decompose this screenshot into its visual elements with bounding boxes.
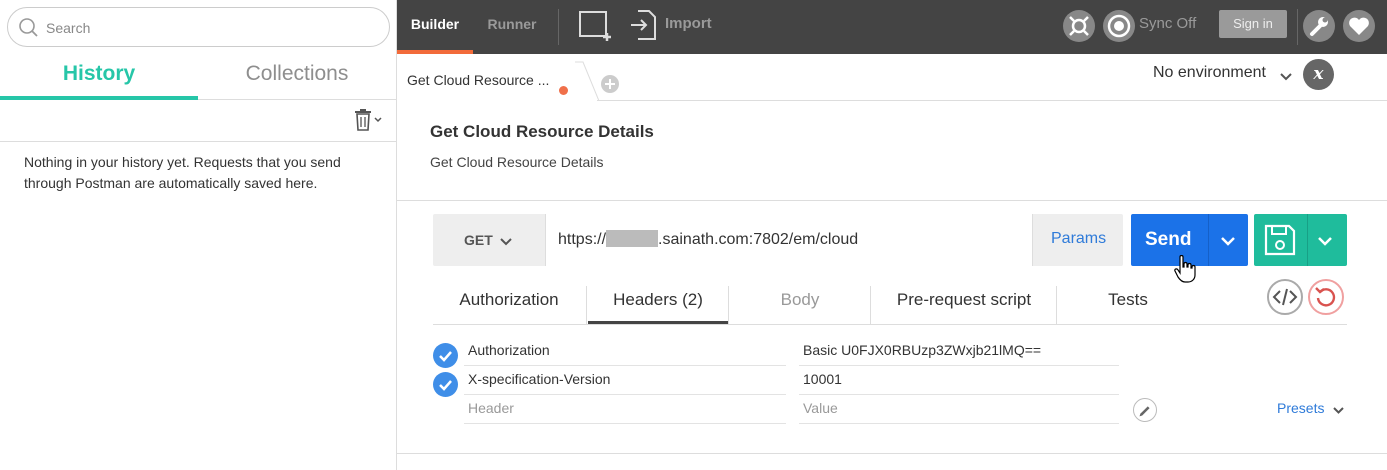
chevron-down-icon[interactable]: [1279, 72, 1293, 82]
settings-wrench-icon[interactable]: [1303, 10, 1335, 42]
checkbox-checked-icon[interactable]: [433, 343, 458, 368]
header-divider: [558, 9, 559, 45]
tab-authorization[interactable]: Authorization: [433, 280, 585, 324]
import-icon[interactable]: [629, 9, 657, 41]
sync-icon[interactable]: [1103, 10, 1135, 42]
checkbox-checked-icon[interactable]: [433, 372, 458, 397]
environment-select[interactable]: No environment: [1153, 64, 1266, 82]
chevron-down-icon[interactable]: [1332, 406, 1345, 415]
search-icon: [19, 18, 38, 37]
tab-history[interactable]: History: [0, 54, 198, 100]
search-input[interactable]: [46, 16, 376, 40]
sidebar: History Collections Nothing in your hist…: [0, 0, 397, 470]
hand-cursor-icon: [1174, 255, 1196, 283]
request-tab-label: Get Cloud Resource ...: [407, 72, 550, 88]
url-suffix: .sainath.com:7802/em/cloud: [658, 231, 859, 248]
header-key-input[interactable]: Authorization: [464, 337, 786, 366]
trash-icon[interactable]: [352, 109, 384, 131]
chevron-down-icon[interactable]: [1317, 236, 1333, 246]
url-bar: GET https:// .sainath.com:7802/em/cloud P…: [433, 214, 1123, 266]
add-tab-icon[interactable]: [600, 74, 620, 94]
url-input[interactable]: https:// .sainath.com:7802/em/cloud: [545, 214, 1033, 266]
tab-runner[interactable]: Runner: [479, 0, 545, 54]
new-header-key-input[interactable]: Header: [464, 395, 786, 424]
header-key-input[interactable]: X-specification-Version: [464, 366, 786, 395]
chevron-down-icon[interactable]: [1220, 236, 1236, 246]
unsaved-indicator: [559, 86, 568, 95]
bottom-divider: [397, 453, 1387, 454]
tab-pre-request-script[interactable]: Pre-request script: [871, 280, 1057, 324]
request-tab[interactable]: Get Cloud Resource ...: [397, 62, 597, 101]
method-select[interactable]: GET: [433, 214, 545, 266]
request-tabs: Authorization Headers (2) Body Pre-reque…: [433, 280, 1347, 325]
send-divider: [1208, 214, 1209, 266]
history-empty-message: Nothing in your history yet. Requests th…: [24, 154, 341, 191]
header-row-new: Header Value: [433, 395, 1153, 424]
url-redaction: [606, 230, 659, 247]
header-divider-2: [1297, 9, 1298, 45]
heart-icon[interactable]: [1343, 10, 1375, 42]
sidebar-tabs: History Collections: [0, 54, 397, 100]
tab-collections[interactable]: Collections: [198, 54, 396, 100]
reset-icon[interactable]: [1308, 279, 1344, 315]
send-label: Send: [1145, 229, 1192, 250]
floppy-disk-icon: [1264, 224, 1296, 256]
request-title: Get Cloud Resource Details: [430, 122, 654, 141]
search-box[interactable]: [7, 7, 390, 47]
header-row: Authorization Basic U0FJX0RBUzp3ZWxjb21l…: [433, 337, 1153, 368]
request-tabstrip: Get Cloud Resource ... No environment x: [397, 54, 1387, 101]
save-button[interactable]: [1254, 214, 1347, 266]
header-row: X-specification-Version 10001: [433, 366, 1153, 397]
header-value-input[interactable]: 10001: [799, 366, 1119, 395]
header-value-input[interactable]: Basic U0FJX0RBUzp3ZWxjb21lMQ==: [799, 337, 1119, 366]
tab-builder[interactable]: Builder: [397, 0, 473, 54]
request-description: Get Cloud Resource Details: [430, 154, 604, 170]
presets-dropdown[interactable]: Presets: [1277, 400, 1324, 416]
interceptor-icon[interactable]: [1063, 10, 1095, 42]
tab-body[interactable]: Body: [730, 280, 870, 324]
environment-quick-look-button[interactable]: x: [1303, 59, 1334, 90]
main-divider: [397, 200, 1387, 201]
sync-status: Sync Off: [1139, 15, 1197, 32]
new-window-icon[interactable]: [579, 9, 615, 41]
url-prefix: https://: [558, 231, 607, 248]
tab-separator: [728, 286, 729, 324]
top-header: Builder Runner Import Sync Off Sign in: [397, 0, 1387, 54]
new-header-value-input[interactable]: Value: [799, 395, 1119, 424]
chevron-down-icon[interactable]: [499, 237, 513, 247]
sign-in-button[interactable]: Sign in: [1219, 10, 1287, 38]
code-icon[interactable]: [1267, 279, 1303, 315]
url-text: https:// .sainath.com:7802/em/cloud: [558, 230, 858, 249]
tab-tests[interactable]: Tests: [1057, 280, 1199, 324]
import-button[interactable]: Import: [665, 0, 712, 48]
save-divider: [1307, 214, 1308, 266]
pencil-icon[interactable]: [1133, 398, 1157, 422]
sidebar-divider: [0, 141, 396, 142]
params-button[interactable]: Params: [1051, 230, 1106, 248]
tab-separator: [586, 286, 587, 324]
tab-headers[interactable]: Headers (2): [588, 280, 728, 324]
